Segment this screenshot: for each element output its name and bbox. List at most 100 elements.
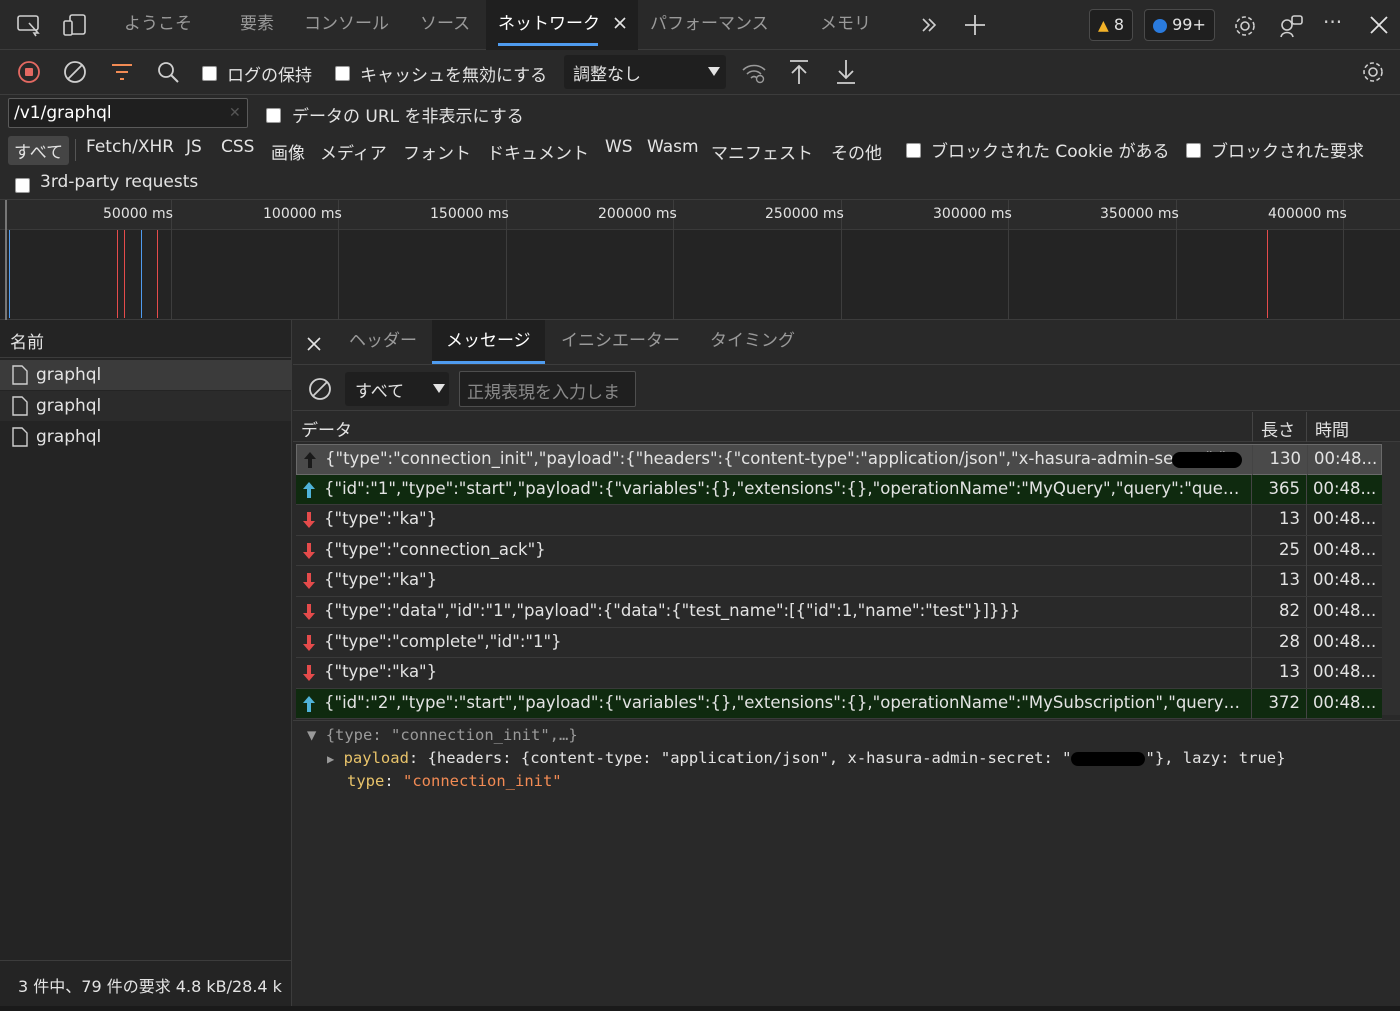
column-header-data[interactable]: データ	[293, 412, 360, 442]
messages-table-header	[293, 412, 1400, 442]
message-row[interactable]: {"type":"ka"} 13 00:48...	[296, 505, 1382, 536]
chevron-down-icon	[433, 384, 445, 394]
filter-url-input[interactable]: /v1/graphql ✕	[8, 98, 248, 128]
clear-messages-icon[interactable]	[308, 377, 332, 401]
disable-cache-checkbox[interactable]	[335, 63, 350, 82]
tab-initiator[interactable]: イニシエーター	[561, 320, 680, 364]
request-row[interactable]: graphql	[0, 422, 291, 452]
network-conditions-icon[interactable]	[741, 62, 767, 84]
tab-network[interactable]: ネットワーク	[486, 0, 638, 50]
message-time: 00:48...	[1306, 505, 1382, 536]
inspect-element-icon[interactable]	[16, 13, 42, 37]
message-data: {"type":"ka"}	[324, 509, 438, 529]
hide-data-urls-label: データの URL を非表示にする	[292, 107, 524, 127]
filter-icon[interactable]	[110, 62, 134, 82]
throttling-select[interactable]: 調整なし	[564, 55, 726, 89]
message-length: 25	[1251, 535, 1306, 566]
message-time: 00:48...	[1306, 566, 1382, 597]
close-tab-icon[interactable]	[614, 17, 626, 29]
column-header-time[interactable]: 時間	[1306, 412, 1357, 442]
filter-type-js[interactable]: JS	[186, 137, 202, 157]
tab-messages[interactable]: メッセージ	[432, 320, 545, 364]
import-har-icon[interactable]	[787, 58, 811, 86]
timeline-request-mark	[1267, 230, 1268, 318]
blocked-requests-label: ブロックされた要求	[1211, 142, 1364, 162]
filter-type-other[interactable]: その他	[831, 139, 882, 164]
message-data: {"type":"complete","id":"1"}	[324, 631, 562, 651]
tab-headers[interactable]: ヘッダー	[349, 320, 417, 364]
issues-badge[interactable]: 99+	[1144, 9, 1215, 41]
message-time: 00:48...	[1307, 445, 1383, 475]
close-devtools-icon[interactable]	[1369, 15, 1389, 35]
timeline-overview[interactable]: 50000 ms 100000 ms 150000 ms 200000 ms 2…	[0, 200, 1400, 320]
message-row[interactable]: {"type":"ka"} 13 00:48...	[296, 566, 1382, 597]
message-time: 00:48...	[1306, 597, 1382, 627]
filter-type-wasm[interactable]: Wasm	[647, 137, 699, 157]
device-emulation-icon[interactable]	[62, 13, 88, 37]
colon: :	[384, 772, 403, 790]
blocked-cookies-checkbox[interactable]	[906, 140, 921, 159]
tab-welcome[interactable]: ようこそ	[124, 0, 192, 50]
tab-memory[interactable]: メモリ	[820, 0, 871, 50]
tree-type-node: type: "connection_init"	[347, 772, 562, 790]
more-tabs-icon[interactable]	[920, 16, 938, 34]
status-bar: 3 件中、79 件の要求 4.8 kB/28.4 k	[0, 960, 292, 1006]
message-row[interactable]: {"type":"ka"} 13 00:48...	[296, 658, 1382, 689]
devtools-tab-bar: ようこそ 要素 コンソール ソース ネットワーク パフォーマンス メモリ ▲ 8…	[0, 0, 1400, 50]
name-column-header[interactable]: 名前	[0, 320, 292, 358]
message-regex-placeholder: 正規表現を入力しま	[467, 383, 620, 403]
chevron-down-icon	[708, 67, 720, 77]
request-row[interactable]: graphql	[0, 360, 291, 390]
filter-type-all[interactable]: すべて	[8, 136, 70, 165]
request-row[interactable]: graphql	[0, 391, 291, 421]
filter-type-images[interactable]: 画像	[271, 139, 305, 164]
messages-scrollbar[interactable]	[1382, 442, 1400, 715]
filter-type-fetch-xhr[interactable]: Fetch/XHR	[86, 137, 174, 157]
clear-icon[interactable]	[63, 60, 87, 84]
export-har-icon[interactable]	[834, 58, 858, 86]
record-stop-icon[interactable]	[17, 60, 41, 84]
message-row[interactable]: {"type":"connection_ack"} 25 00:48...	[296, 535, 1382, 567]
message-row[interactable]: {"id":"1","type":"start","payload":{"var…	[296, 474, 1382, 506]
search-icon[interactable]	[156, 60, 180, 84]
tree-root[interactable]: ▼ {type: "connection_init",…}	[307, 726, 578, 744]
network-settings-gear-icon[interactable]	[1360, 59, 1386, 85]
filter-type-ws[interactable]: WS	[605, 137, 633, 157]
settings-gear-icon[interactable]	[1232, 13, 1258, 39]
request-name: graphql	[36, 396, 102, 416]
column-header-length[interactable]: 長さ	[1252, 412, 1303, 442]
message-row[interactable]: {"type":"data","id":"1","payload":{"data…	[296, 597, 1382, 628]
feedback-icon[interactable]	[1278, 13, 1304, 39]
message-row[interactable]: {"type":"connection_init","payload":{"he…	[296, 444, 1382, 475]
message-row[interactable]: {"type":"complete","id":"1"} 28 00:48...	[296, 627, 1382, 659]
filter-type-document[interactable]: ドキュメント	[487, 139, 589, 164]
message-length: 82	[1251, 597, 1306, 627]
request-list: 名前 graphql graphql graphql 3 件中、79 件の要求 …	[0, 320, 292, 1006]
message-data: {"type":"connection_ack"}	[324, 539, 546, 559]
third-party-checkbox[interactable]	[15, 175, 30, 194]
message-type-select[interactable]: すべて	[345, 372, 449, 406]
tree-payload-node[interactable]: ▶ payload: {headers: {content-type: "app…	[327, 749, 1285, 767]
filter-type-manifest[interactable]: マニフェスト	[711, 139, 813, 164]
warnings-badge[interactable]: ▲ 8	[1089, 9, 1134, 41]
hide-data-urls-checkbox[interactable]	[266, 105, 281, 124]
close-detail-icon[interactable]	[307, 337, 321, 351]
filter-type-css[interactable]: CSS	[221, 137, 254, 157]
filter-type-media[interactable]: メディア	[320, 139, 387, 164]
tab-timing[interactable]: タイミング	[710, 320, 795, 364]
request-name: graphql	[36, 365, 102, 385]
tab-console[interactable]: コンソール	[304, 0, 389, 50]
timeline-start	[5, 200, 7, 320]
message-length: 13	[1251, 658, 1306, 689]
tab-elements[interactable]: 要素	[240, 0, 274, 50]
message-row[interactable]: {"id":"2","type":"start","payload":{"var…	[296, 688, 1382, 720]
preserve-log-checkbox[interactable]	[202, 63, 217, 82]
more-options-icon[interactable]: ···	[1323, 10, 1342, 34]
message-regex-input[interactable]: 正規表現を入力しま	[459, 371, 636, 407]
filter-type-font[interactable]: フォント	[403, 139, 471, 164]
tab-performance[interactable]: パフォーマンス	[650, 0, 769, 50]
tab-sources[interactable]: ソース	[420, 0, 470, 50]
blocked-requests-checkbox[interactable]	[1186, 140, 1201, 159]
add-tab-icon[interactable]	[963, 13, 987, 37]
clear-filter-icon[interactable]: ✕	[229, 105, 241, 121]
